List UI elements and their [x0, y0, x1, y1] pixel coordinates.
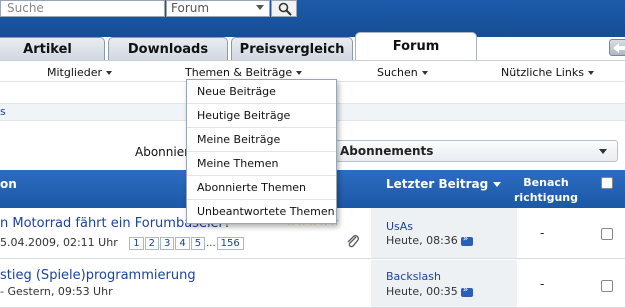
- thread-date: - Gestern, 09:53 Uhr: [0, 285, 113, 298]
- notify-label-1: Benach: [523, 176, 569, 189]
- page-link[interactable]: 156: [216, 237, 244, 250]
- last-post-time-text: Heute, 00:35: [386, 285, 458, 298]
- page-link[interactable]: 3: [159, 237, 175, 250]
- subscription-label: Abonnier: [135, 145, 190, 159]
- menu-item-neue-beitraege[interactable]: Neue Beiträge: [187, 80, 336, 104]
- column-last-post-label: Letzter Beitrag: [386, 177, 489, 191]
- column-notification: Benach richtigung: [510, 175, 582, 205]
- chevron-down-icon: [296, 71, 303, 75]
- nav-mitglieder-label: Mitglieder: [47, 66, 102, 79]
- chevron-down-icon: [256, 5, 264, 10]
- tab-forum[interactable]: Forum: [355, 32, 477, 62]
- select-all-checkbox[interactable]: [601, 177, 613, 189]
- table-row: stieg (Spiele)programmierung - Gestern, …: [0, 260, 625, 308]
- go-to-post-icon[interactable]: [460, 234, 473, 246]
- menu-item-meine-beitraege[interactable]: Meine Beiträge: [187, 128, 336, 152]
- search-scope-value: Forum: [171, 1, 210, 15]
- search-scope-select[interactable]: Forum: [166, 0, 270, 17]
- nav-suchen-label: Suchen: [377, 66, 418, 79]
- notification-status: -: [540, 277, 545, 291]
- arrow-left-icon: [613, 43, 625, 53]
- page-link[interactable]: 4: [175, 237, 190, 250]
- tab-artikel[interactable]: Artikel: [0, 37, 105, 62]
- column-last-post[interactable]: Letzter Beitrag: [386, 177, 502, 191]
- nav-themen-beitraege[interactable]: Themen & Beiträge: [185, 66, 303, 79]
- subscription-select-value: Abonnements: [340, 144, 434, 158]
- nav-nuetzliche-links[interactable]: Nützliche Links: [501, 66, 594, 79]
- menu-item-meine-themen[interactable]: Meine Themen: [187, 152, 336, 176]
- page-link[interactable]: 2: [144, 237, 159, 250]
- tab-downloads[interactable]: Downloads: [108, 37, 228, 62]
- last-post-user[interactable]: UsAs: [386, 220, 413, 233]
- chevron-down-icon: [599, 149, 607, 154]
- menu-item-unbeantwortete-themen[interactable]: Unbeantwortete Themen: [187, 200, 336, 224]
- search-icon: [278, 2, 292, 16]
- search-button[interactable]: [271, 0, 297, 17]
- tab-preisvergleich[interactable]: Preisvergleich: [231, 37, 353, 62]
- row-checkbox[interactable]: [601, 280, 613, 292]
- pagination: 1 2 3 4 5... 156: [129, 236, 245, 250]
- chevron-down-icon: [493, 182, 502, 187]
- thread-meta: 5.04.2009, 02:11 Uhr 1 2 3 4 5... 156: [0, 236, 245, 250]
- menu-item-heutige-beitraege[interactable]: Heutige Beiträge: [187, 104, 336, 128]
- subscription-select[interactable]: Abonnements: [333, 140, 618, 162]
- page-link[interactable]: 1: [129, 237, 144, 250]
- top-bar: Suche Forum: [0, 0, 625, 37]
- paperclip-icon: [347, 235, 359, 248]
- chevron-down-icon: [421, 71, 428, 75]
- notify-label-2: richtigung: [514, 191, 578, 204]
- nav-themen-label: Themen & Beiträge: [185, 66, 293, 79]
- chevron-down-icon: [106, 71, 112, 75]
- page-ellipsis: ...: [206, 238, 216, 249]
- last-post-cell: UsAs Heute, 08:36: [371, 208, 517, 258]
- notification-status: -: [540, 226, 545, 240]
- menu-item-abonnierte-themen[interactable]: Abonnierte Themen: [187, 176, 336, 200]
- go-to-post-icon[interactable]: [460, 285, 473, 297]
- themen-beitraege-dropdown-menu: Neue Beiträge Heutige Beiträge Meine Bei…: [186, 79, 337, 224]
- nav-mitglieder[interactable]: Mitglieder: [47, 66, 112, 79]
- last-post-cell: Backslash Heute, 00:35: [371, 260, 517, 307]
- thread-date: 5.04.2009, 02:11 Uhr: [0, 236, 118, 249]
- chevron-down-icon: [587, 71, 594, 75]
- last-post-time: Heute, 08:36: [386, 234, 473, 247]
- last-post-time: Heute, 00:35: [386, 285, 473, 298]
- column-topic[interactable]: on: [0, 177, 17, 191]
- nav-suchen[interactable]: Suchen: [377, 66, 428, 79]
- nav-links-label: Nützliche Links: [501, 66, 584, 79]
- search-input[interactable]: Suche: [0, 0, 165, 17]
- last-post-user[interactable]: Backslash: [386, 270, 441, 283]
- row-checkbox[interactable]: [601, 228, 613, 240]
- thread-title-link[interactable]: stieg (Spiele)programmierung: [0, 268, 196, 283]
- page-link[interactable]: 5: [190, 237, 206, 250]
- breadcrumb-link[interactable]: s: [0, 105, 6, 118]
- collapse-toggle-button[interactable]: [609, 39, 625, 56]
- last-post-time-text: Heute, 08:36: [386, 234, 458, 247]
